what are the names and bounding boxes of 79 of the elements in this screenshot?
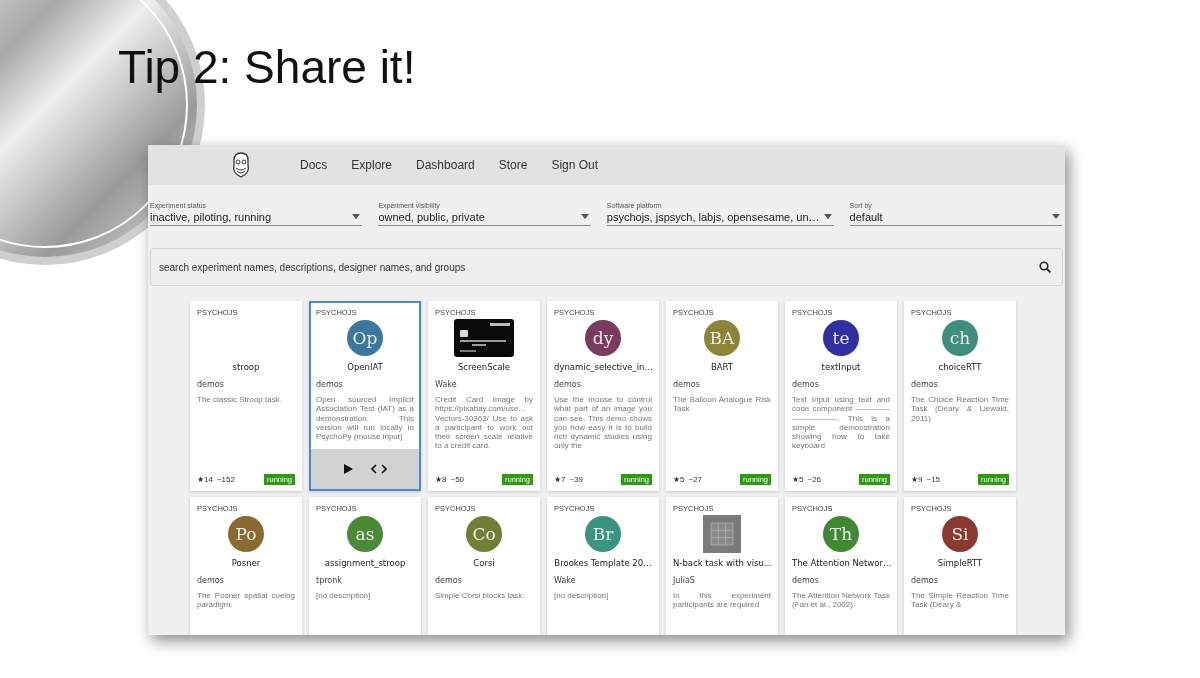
avatar: te — [823, 320, 859, 356]
star-count: ★14 — [197, 475, 213, 484]
play-icon[interactable] — [343, 464, 353, 474]
search-field[interactable]: search experiment names, descriptions, designer names, and groups — [150, 248, 1063, 286]
nav-link[interactable]: Dashboard — [416, 158, 475, 172]
experiment-title: SimpleRTT — [936, 558, 984, 568]
experiment-title: BART — [709, 362, 735, 372]
owner-name: demos — [197, 380, 225, 389]
experiment-description: Simple Corsi blocks task. — [435, 591, 526, 601]
owner-name: demos — [316, 380, 344, 389]
experiment-description: [no description] — [316, 591, 372, 601]
star-count: ★5 — [792, 475, 804, 484]
star-count: ★5 — [673, 475, 685, 484]
owner-name: demos — [911, 576, 939, 585]
slide-title: Tip 2: Share it! — [118, 40, 416, 94]
avatar: dy — [585, 320, 621, 356]
caret-icon — [1052, 214, 1060, 219]
owner-name: Wake — [435, 380, 458, 389]
search-icon[interactable] — [1039, 261, 1051, 273]
experiment-description: [no description] — [554, 591, 610, 601]
star-count: ★9 — [911, 475, 923, 484]
experiment-title: choiceRTT — [937, 362, 983, 372]
experiment-title: dynamic_selective_in… — [554, 362, 652, 372]
experiment-title: stroop — [231, 362, 261, 372]
experiment-description: Text Input using text and code component ------------------------------. This is a simple demonstration showing how to take keyboard — [792, 395, 890, 451]
experiment-title: N-back task with visu… — [673, 558, 771, 568]
caret-icon — [580, 214, 589, 219]
star-count: ★7 — [554, 475, 566, 484]
experiment-description: The Choice Reaction Time Task (Deary & Liewald, 2011) — [911, 395, 1009, 423]
experiment-title: OpenIAT — [346, 362, 384, 372]
experiment-description: The Attention Network Task (Fan et al., 2002). — [792, 591, 890, 610]
owner-name: demos — [792, 380, 820, 389]
nav-link[interactable]: Sign Out — [551, 158, 599, 172]
experiment-description: The classic Stroop task. — [197, 395, 283, 405]
avatar: as — [347, 516, 383, 552]
owner-name: demos — [197, 576, 225, 585]
view-count: ~15 — [926, 475, 941, 484]
caret-icon — [823, 214, 832, 219]
experiment-description: In this experiment participants are required — [673, 591, 771, 610]
avatar: Po — [228, 516, 264, 552]
view-count: ~27 — [688, 475, 703, 484]
avatar: Br — [585, 516, 621, 552]
experiment-title: Brookes Template 20… — [554, 558, 652, 568]
experiment-title: The Attention Networ… — [792, 558, 890, 568]
avatar: Co — [466, 516, 502, 552]
experiment-description: Credit Card Image by https://pixabay.com/use... Vectors-30363/ Use to ask a participant to work out their screen scale relative to a credit card. — [435, 395, 533, 451]
view-count: ~39 — [569, 475, 584, 484]
nav-link[interactable]: Store — [498, 158, 528, 172]
owner-name: tpronk — [316, 576, 343, 585]
owner-name: demos — [673, 380, 701, 389]
avatar: Si — [942, 516, 978, 552]
avatar: BA — [704, 320, 740, 356]
experiment-description: Use the mouse to control what part of an image you can see. This demo shows you how easy it is to build rich dynamic studies using only the — [554, 395, 652, 451]
avatar: ch — [942, 320, 978, 356]
experiment-description: The Balloon Analogue Risk Task — [673, 395, 771, 414]
nav-link[interactable]: Explore — [351, 158, 393, 172]
experiment-title: Posner — [230, 558, 262, 568]
experiment-title: ScreenScale — [456, 362, 512, 372]
star-count: ★8 — [435, 475, 447, 484]
view-count: ~152 — [216, 475, 235, 484]
owner-name: demos — [554, 380, 582, 389]
avatar: Th — [823, 516, 859, 552]
owner-name: demos — [911, 380, 939, 389]
experiment-title: assignment_stroop — [323, 558, 407, 568]
experiment-title: textInput — [820, 362, 862, 372]
view-count: ~26 — [807, 475, 822, 484]
view-count: ~50 — [450, 475, 465, 484]
caret-icon — [352, 214, 361, 219]
owner-name: demos — [792, 576, 820, 585]
owner-name: demos — [435, 576, 463, 585]
owner-name: Wake — [554, 576, 577, 585]
experiment-description: Open sourced Implicit Association Test (IAT) as a demonstration. This version will run locally in PsychoPy (mouse input) — [316, 395, 414, 442]
owner-name: JuliaS — [673, 576, 696, 585]
avatar: Op — [347, 320, 383, 356]
experiment-title: Corsi — [472, 558, 496, 568]
nav-link[interactable]: Docs — [300, 158, 328, 172]
experiment-description: The Simple Reaction Time Task (Deary & — [911, 591, 1009, 610]
experiment-description: The Posner spatial cueing paradigm. — [197, 591, 295, 610]
code-icon[interactable] — [370, 464, 387, 474]
